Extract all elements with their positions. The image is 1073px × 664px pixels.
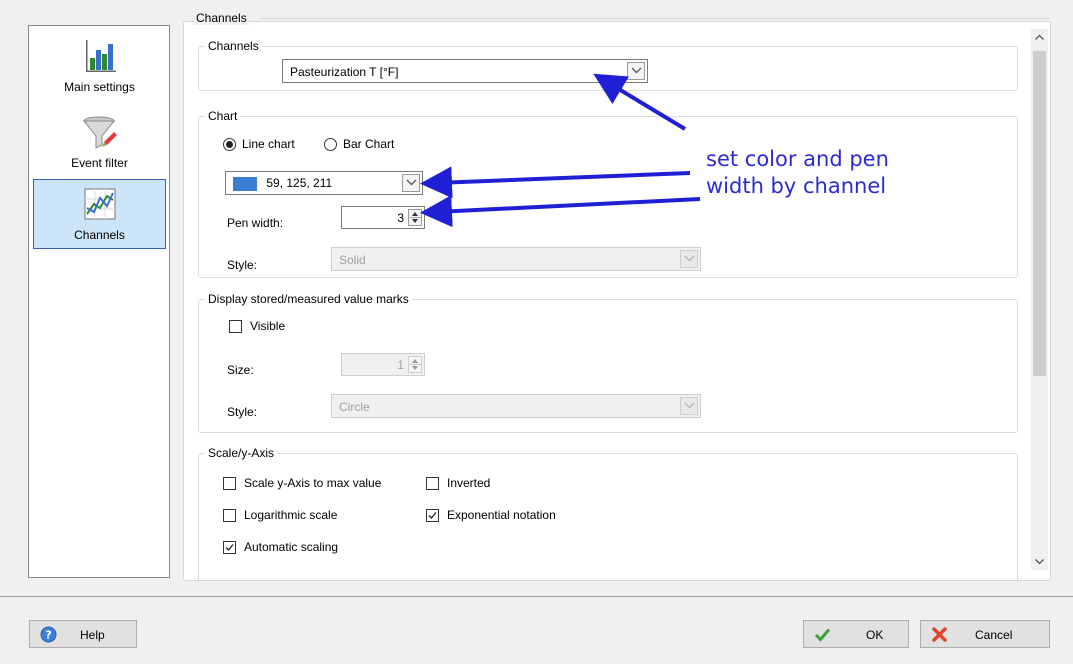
annotation-text: set color and pen width by channel xyxy=(706,146,889,200)
close-icon xyxy=(932,627,947,642)
annotation-line: width by channel xyxy=(706,174,887,198)
help-icon: ? xyxy=(40,626,57,643)
ok-button[interactable]: OK xyxy=(803,620,909,648)
cancel-label: Cancel xyxy=(975,628,1013,642)
footer-divider xyxy=(0,596,1073,597)
help-button[interactable]: ? Help xyxy=(29,620,137,648)
annotation-line: set color and pen xyxy=(706,147,889,171)
checkmark-icon xyxy=(814,628,831,642)
ok-label: OK xyxy=(866,628,884,642)
svg-text:?: ? xyxy=(45,629,51,642)
help-label: Help xyxy=(80,628,105,642)
cancel-button[interactable]: Cancel xyxy=(920,620,1050,648)
annotation-arrows xyxy=(420,73,701,228)
